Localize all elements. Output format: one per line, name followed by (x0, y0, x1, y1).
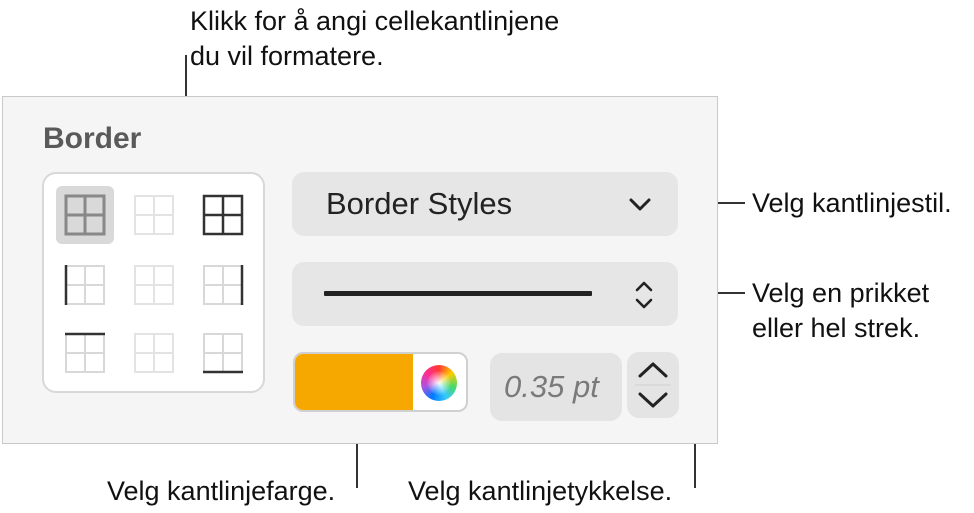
border-styles-label: Border Styles (326, 186, 513, 221)
callout-border-color: Velg kantlinjefarge. (107, 476, 336, 506)
section-title: Border (43, 122, 142, 155)
up-down-chevron-icon (632, 278, 656, 317)
stepper-arrows-icon (635, 362, 671, 408)
color-wheel-icon[interactable] (421, 365, 457, 401)
callout-border-thickness: Velg kantlinjetykkelse. (408, 476, 673, 506)
all-borders-icon[interactable] (56, 186, 114, 244)
inside-borders-icon[interactable] (125, 186, 183, 244)
outside-borders-icon[interactable] (194, 186, 252, 244)
border-color-well[interactable] (293, 352, 468, 412)
line-style-popup[interactable] (292, 262, 678, 326)
bottom-border-icon[interactable] (194, 324, 252, 382)
left-border-icon[interactable] (56, 256, 114, 314)
callout-line-style: Velg en prikket eller hel strek. (752, 278, 930, 343)
callout-border-style: Velg kantlinjestil. (752, 188, 952, 218)
border-thickness-field[interactable]: 0.35 pt (490, 353, 622, 421)
thickness-stepper[interactable] (627, 352, 679, 418)
top-border-icon[interactable] (56, 324, 114, 382)
chevron-down-icon (628, 194, 652, 219)
inside-vertical-borders-icon[interactable] (125, 256, 183, 314)
solid-line-preview (324, 291, 592, 296)
border-styles-popup[interactable]: Border Styles (292, 172, 678, 236)
border-thickness-value: 0.35 pt (504, 369, 599, 404)
right-border-icon[interactable] (194, 256, 252, 314)
inside-horizontal-borders-icon[interactable] (125, 324, 183, 382)
callout-cell-borders: Klikk for å angi cellekantlinjene du vil… (190, 6, 560, 71)
color-swatch[interactable] (295, 354, 413, 410)
